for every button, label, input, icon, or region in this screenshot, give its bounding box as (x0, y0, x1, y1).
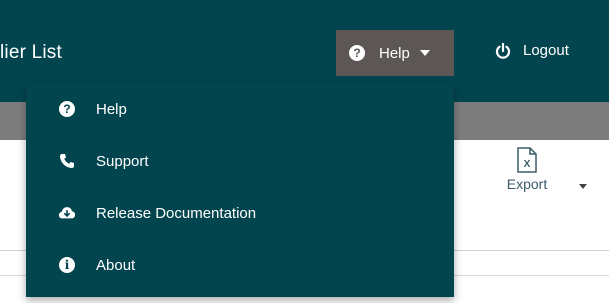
phone-icon (58, 152, 76, 170)
question-circle-icon: ? (349, 45, 365, 61)
menu-item-label: Support (96, 152, 149, 170)
export-button[interactable]: X Export (497, 147, 557, 192)
menu-item-help[interactable]: ? Help (26, 87, 454, 131)
info-circle-icon: i (58, 256, 76, 274)
page-title: lier List (0, 42, 62, 63)
menu-item-about[interactable]: i About (26, 243, 454, 287)
help-button-label: Help (379, 44, 410, 62)
excel-file-icon: X (517, 147, 537, 173)
export-caret-icon[interactable] (579, 184, 587, 189)
help-dropdown-button[interactable]: ? Help (336, 30, 454, 76)
menu-item-release-documentation[interactable]: Release Documentation (26, 191, 454, 235)
logout-button[interactable]: Logout (495, 42, 569, 59)
logout-label: Logout (523, 42, 569, 59)
power-icon (495, 42, 511, 59)
menu-item-label: Release Documentation (96, 204, 257, 222)
question-circle-icon: ? (58, 100, 76, 118)
cloud-download-icon (58, 204, 76, 222)
menu-item-support[interactable]: Support (26, 139, 454, 183)
menu-item-label: Help (96, 100, 127, 118)
svg-text:X: X (524, 159, 531, 170)
caret-down-icon (419, 50, 430, 56)
export-label: Export (506, 176, 548, 192)
help-dropdown-menu: ? Help Support Release Documentation i A… (26, 84, 454, 297)
menu-item-label: About (96, 256, 136, 274)
